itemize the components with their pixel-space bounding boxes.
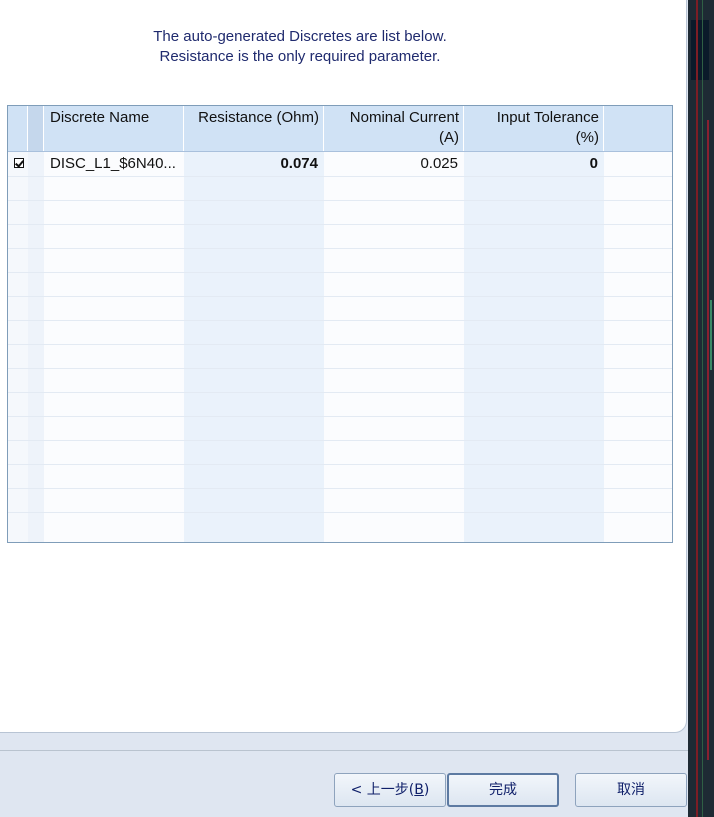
input-tolerance-cell[interactable]: 0 <box>464 152 604 176</box>
background-trace <box>710 300 712 370</box>
column-background <box>604 152 672 542</box>
row-divider <box>8 200 672 201</box>
background-app-strip <box>688 0 714 817</box>
row-divider <box>8 416 672 417</box>
back-button[interactable]: < 上一步(B) <box>334 773 446 807</box>
column-background <box>8 152 29 542</box>
row-checkbox[interactable] <box>14 158 24 168</box>
finish-button-label: 完成 <box>489 782 517 798</box>
row-divider <box>8 296 672 297</box>
intro-text: The auto-generated Discretes are list be… <box>0 27 600 67</box>
background-trace <box>696 0 698 817</box>
column-background <box>324 152 465 542</box>
cancel-button[interactable]: 取消 <box>575 773 687 807</box>
column-background <box>464 152 605 542</box>
row-divider <box>8 368 672 369</box>
column-header-label: Input Tolerance <box>496 109 599 126</box>
background-trace <box>702 0 703 817</box>
column-header-label: Resistance (Ohm) <box>198 109 319 126</box>
column-background <box>44 152 185 542</box>
table-row[interactable]: DISC_L1_$6N40... 0.074 0.025 0 <box>8 152 672 176</box>
column-header-unit: (%) <box>575 129 599 146</box>
column-background <box>28 152 45 542</box>
row-divider <box>8 344 672 345</box>
row-divider <box>8 392 672 393</box>
column-header-input-tolerance[interactable]: Input Tolerance (%) <box>464 106 604 151</box>
nominal-current-cell[interactable]: 0.025 <box>324 152 464 176</box>
back-button-label-end: ) <box>423 782 430 798</box>
row-divider <box>8 488 672 489</box>
row-divider <box>8 224 672 225</box>
intro-line-1: The auto-generated Discretes are list be… <box>153 28 447 45</box>
cancel-button-label: 取消 <box>617 782 645 798</box>
column-header-resistance[interactable]: Resistance (Ohm) <box>184 106 324 151</box>
finish-button[interactable]: 完成 <box>447 773 559 807</box>
background-trace <box>707 120 709 760</box>
column-header-unit: (A) <box>439 129 459 146</box>
column-header-discrete-name[interactable]: Discrete Name <box>44 106 184 151</box>
wizard-dialog: The auto-generated Discretes are list be… <box>0 0 688 817</box>
grid-body: DISC_L1_$6N40... 0.074 0.025 0 <box>8 152 672 542</box>
discrete-name-cell[interactable]: DISC_L1_$6N40... <box>44 152 184 176</box>
grid-header: Discrete Name Resistance (Ohm) Nominal C… <box>8 106 672 152</box>
back-button-label: < 上一步( <box>350 782 415 798</box>
row-divider <box>8 248 672 249</box>
column-header-label: Nominal Current <box>349 109 459 126</box>
row-divider <box>8 176 672 177</box>
row-divider <box>8 320 672 321</box>
button-bar-separator <box>0 750 688 751</box>
row-divider <box>8 512 672 513</box>
column-header-label: Discrete Name <box>50 109 150 126</box>
row-divider <box>8 272 672 273</box>
header-filler <box>604 106 672 151</box>
column-background <box>184 152 325 542</box>
back-button-accelerator: B <box>414 782 424 798</box>
discretes-grid[interactable]: Discrete Name Resistance (Ohm) Nominal C… <box>7 105 673 543</box>
row-divider <box>8 464 672 465</box>
intro-line-2: Resistance is the only required paramete… <box>159 48 441 65</box>
column-header-nominal-current[interactable]: Nominal Current (A) <box>324 106 464 151</box>
header-check-column <box>8 106 28 151</box>
header-indent-column <box>28 106 44 151</box>
wizard-content-panel: The auto-generated Discretes are list be… <box>0 0 687 733</box>
row-divider <box>8 440 672 441</box>
background-graphic <box>691 20 709 80</box>
resistance-cell[interactable]: 0.074 <box>184 152 324 176</box>
